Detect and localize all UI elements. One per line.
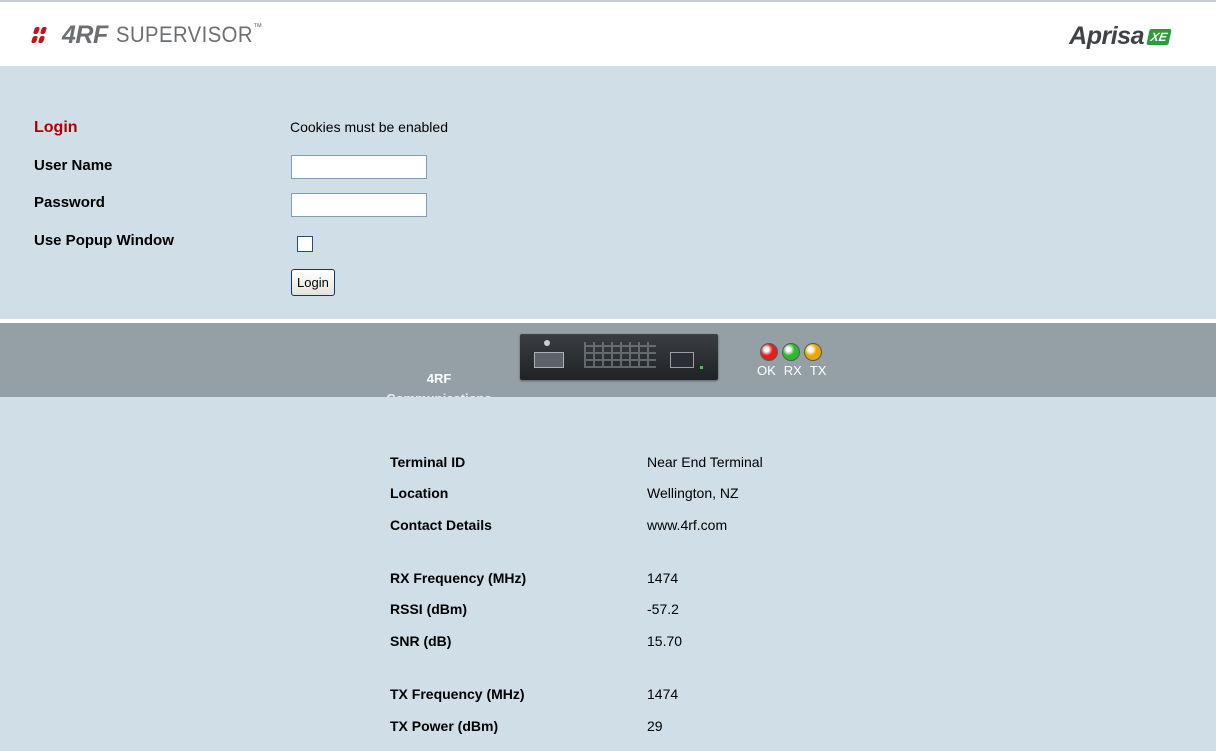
info-value: Wellington, NZ (647, 485, 739, 501)
info-row-location: Location Wellington, NZ (390, 485, 990, 505)
ok-led-icon (760, 343, 778, 361)
aprisa-logo: Aprisa XE (1069, 22, 1172, 51)
info-key: Location (390, 485, 449, 501)
info-row-tx-frequency: TX Frequency (MHz) 1474 (390, 686, 990, 706)
info-key: TX Frequency (MHz) (390, 686, 525, 702)
brand-name: 4RF (62, 20, 108, 49)
info-key: SNR (dB) (390, 633, 452, 649)
device-status-band: 4RF Communications OK RX TX (0, 323, 1216, 406)
rx-led-label: RX (783, 363, 802, 378)
username-label: User Name (34, 157, 113, 174)
login-title: Login (34, 119, 78, 136)
company-name-line1: 4RF (426, 371, 452, 386)
radio-device-image (520, 334, 718, 380)
info-key: Contact Details (390, 517, 492, 533)
terminal-info-panel: Terminal ID Near End Terminal Location W… (0, 397, 1216, 751)
brand-product: SUPERVISOR™ (115, 22, 263, 47)
product-name: Aprisa (1069, 22, 1144, 50)
4rf-logo-icon (30, 25, 58, 45)
rx-led-icon (782, 343, 800, 361)
app-header: 4RF SUPERVISOR™ Aprisa XE (0, 0, 1216, 66)
product-badge: XE (1146, 28, 1172, 45)
status-leds (760, 343, 822, 361)
info-key: RSSI (dBm) (390, 601, 467, 617)
supervisor-logo: 4RF SUPERVISOR™ (30, 20, 275, 50)
cookie-notice: Cookies must be enabled (290, 119, 448, 135)
password-label: Password (34, 194, 105, 211)
status-led-labels: OK RX TX (757, 363, 826, 378)
login-panel: Login Cookies must be enabled User Name … (0, 66, 1216, 319)
info-value: www.4rf.com (647, 517, 728, 533)
info-value: -57.2 (647, 601, 679, 617)
info-row-rx-frequency: RX Frequency (MHz) 1474 (390, 570, 990, 590)
info-key: Terminal ID (390, 454, 466, 470)
info-row-terminal-id: Terminal ID Near End Terminal (390, 454, 990, 474)
info-value: 1474 (647, 686, 679, 702)
popup-window-label: Use Popup Window (34, 232, 174, 249)
username-input[interactable] (291, 155, 427, 179)
ok-led-label: OK (757, 363, 776, 378)
tx-led-label: TX (809, 363, 827, 378)
info-key: TX Power (dBm) (390, 718, 499, 734)
info-row-contact-details: Contact Details www.4rf.com (390, 517, 990, 537)
info-value: 15.70 (647, 633, 683, 649)
password-input[interactable] (291, 193, 427, 217)
login-button[interactable]: Login (291, 269, 335, 296)
info-row-snr: SNR (dB) 15.70 (390, 633, 990, 653)
info-value: 1474 (647, 570, 679, 586)
info-row-tx-power: TX Power (dBm) 29 (390, 718, 990, 738)
popup-window-checkbox[interactable] (297, 236, 313, 252)
info-key: RX Frequency (MHz) (390, 570, 527, 586)
info-value: 29 (647, 718, 663, 734)
info-value: Near End Terminal (647, 454, 763, 470)
info-row-rssi: RSSI (dBm) -57.2 (390, 601, 990, 621)
tx-led-icon (804, 343, 822, 361)
